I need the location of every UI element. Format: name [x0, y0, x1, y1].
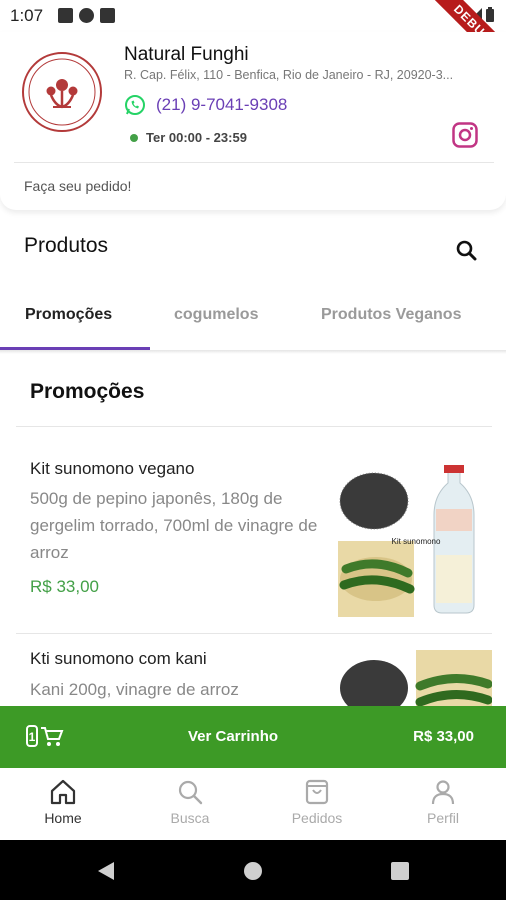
search-button[interactable] [454, 238, 480, 264]
instagram-button[interactable] [452, 122, 478, 153]
product-item[interactable]: Kit sunomono vegano 500g de pepino japon… [0, 427, 506, 633]
nav-home[interactable]: Home [0, 778, 126, 826]
nav-perfil-label: Perfil [427, 810, 459, 826]
product-price: R$ 33,00 [30, 577, 99, 596]
view-cart-label: Ver Carrinho [187, 728, 279, 745]
product-description: Kani 200g, vinagre de arroz [30, 680, 239, 699]
products-title: Produtos [24, 234, 109, 257]
store-name: Natural Funghi [124, 44, 249, 65]
status-bar: 1:07 DEBUG [0, 0, 506, 78]
search-icon [178, 780, 203, 805]
notification-icons [58, 8, 115, 23]
status-time: 1:07 [10, 6, 44, 25]
kit-sunomono-image: Kit sunomono [336, 465, 492, 617]
divider [14, 162, 494, 163]
open-status-dot [130, 133, 138, 142]
section-title: Promoções [30, 380, 145, 403]
product-item[interactable]: Kti sunomono com kani Kani 200g, vinagre… [0, 634, 506, 706]
notification-a-icon [58, 8, 73, 23]
store-hours: Ter 00:00 - 23:59 [130, 130, 247, 145]
image-caption: Kit sunomono [392, 537, 441, 546]
kit-kani-image [336, 650, 492, 706]
shopping-bag-icon [305, 779, 329, 805]
instagram-icon [452, 122, 478, 148]
mushroom-logo-icon [28, 58, 96, 126]
tab-produtos-veganos[interactable]: Produtos Veganos [321, 306, 461, 324]
view-cart-bar[interactable]: 1 Ver Carrinho R$ 33,00 [0, 706, 506, 768]
category-tabs: Promoções cogumelos Produtos Veganos [0, 290, 506, 350]
whatsapp-icon [125, 95, 145, 115]
back-icon[interactable] [98, 862, 114, 880]
system-nav-buttons [98, 862, 409, 880]
product-name: Kit sunomono vegano [30, 459, 195, 478]
tab-cogumelos[interactable]: cogumelos [174, 306, 258, 324]
store-address: R. Cap. Félix, 110 - Benfica, Rio de Jan… [124, 68, 454, 82]
cart-total: R$ 33,00 [413, 728, 474, 745]
nav-perfil[interactable]: Perfil [380, 778, 506, 826]
battery-icon [486, 7, 494, 22]
store-logo [22, 52, 102, 132]
app-screen: 1:07 DEBUG Natural Funghi R. Cap. Félix,… [0, 0, 506, 900]
product-description: 500g de pepino japonês, 180g de gergelim… [30, 489, 318, 562]
search-icon [456, 240, 477, 261]
bottom-navigation: Home Busca Pedidos Perfil [0, 768, 506, 840]
system-navigation-bar [0, 840, 506, 900]
store-info-card: Natural Funghi R. Cap. Félix, 110 - Benf… [0, 32, 506, 210]
store-phone: (21) 9-7041-9308 [156, 95, 288, 114]
person-icon [431, 780, 455, 805]
nav-pedidos[interactable]: Pedidos [254, 778, 380, 826]
tab-promocoes[interactable]: Promoções [25, 306, 112, 324]
home-system-icon[interactable] [244, 862, 262, 880]
nav-home-label: Home [44, 810, 82, 826]
recents-icon[interactable] [391, 862, 409, 880]
nav-pedidos-label: Pedidos [291, 810, 343, 826]
home-icon [50, 779, 76, 805]
product-name: Kti sunomono com kani [30, 649, 207, 668]
nav-busca-label: Busca [170, 810, 210, 826]
product-image: Kit sunomono [336, 465, 492, 617]
nav-busca[interactable]: Busca [127, 778, 253, 826]
notification-p-icon [79, 8, 94, 23]
product-image [336, 650, 492, 706]
hours-text: Ter 00:00 - 23:59 [146, 130, 247, 145]
sim-card-icon [100, 8, 115, 23]
order-prompt: Faça seu pedido! [24, 178, 132, 194]
tabs-shadow [0, 350, 506, 354]
phone-link[interactable]: (21) 9-7041-9308 [124, 94, 287, 116]
